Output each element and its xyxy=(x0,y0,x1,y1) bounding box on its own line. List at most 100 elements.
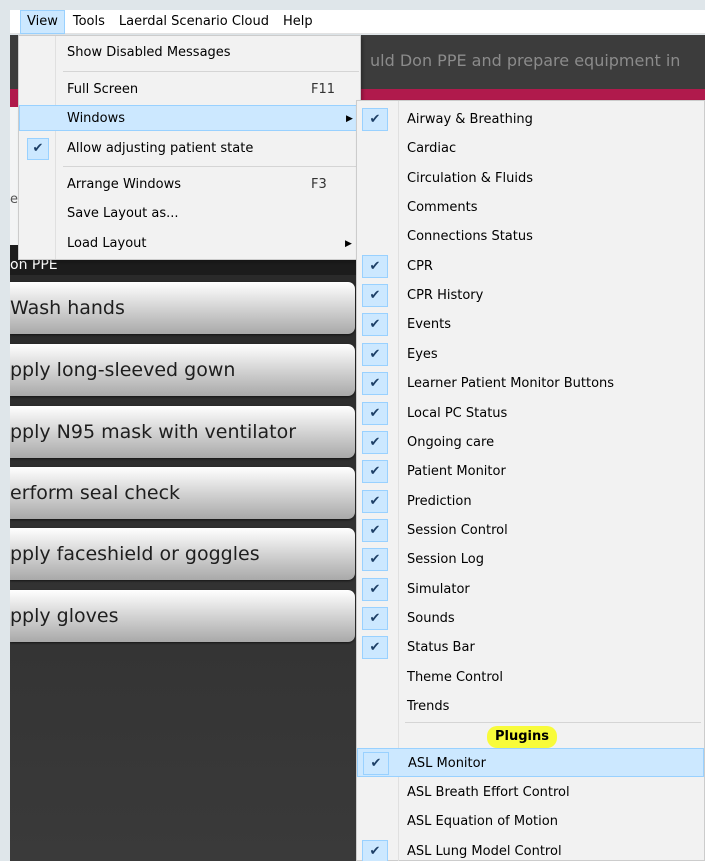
check-icon: ✔ xyxy=(362,372,388,396)
window-item-label: Status Bar xyxy=(407,640,475,656)
window-item-label: Trends xyxy=(407,699,450,714)
menu-view[interactable]: View xyxy=(20,9,65,34)
window-item-label: Airway & Breathing xyxy=(407,112,533,127)
menu-separator xyxy=(405,722,701,723)
window-item-cardiac[interactable]: Cardiac xyxy=(357,134,704,163)
window-item-circulation-and-fluids[interactable]: Circulation & Fluids xyxy=(357,164,704,193)
content-fragment: e xyxy=(10,192,18,207)
window-item-eyes[interactable]: ✔ Eyes xyxy=(357,340,704,369)
step-button-wash-hands[interactable]: Wash hands xyxy=(10,282,355,334)
menu-item-label: Arrange Windows xyxy=(67,177,181,192)
window-item-session-log[interactable]: ✔ Session Log xyxy=(357,545,704,574)
window-item-simulator[interactable]: ✔ Simulator xyxy=(357,575,704,604)
menu-item-load-layout[interactable]: Load Layout ▶ xyxy=(19,231,360,257)
window-item-label: Sounds xyxy=(407,610,455,626)
check-icon: ✔ xyxy=(362,108,388,131)
window-item-airway-and-breathing[interactable]: ✔ Airway & Breathing xyxy=(357,105,704,134)
window-item-label: Session Log xyxy=(407,552,484,568)
window-top-strip xyxy=(0,0,705,10)
check-icon: ✔ xyxy=(362,839,388,861)
menu-item-shortcut: F11 xyxy=(311,82,336,97)
plugin-item-asl-monitor[interactable]: ✔ ASL Monitor xyxy=(357,748,704,777)
window-item-sounds[interactable]: ✔ Sounds xyxy=(357,604,704,633)
menu-item-label: Windows xyxy=(67,111,126,126)
plugin-item-asl-equation-of-motion[interactable]: ASL Equation of Motion xyxy=(357,807,704,836)
menu-separator xyxy=(63,71,359,72)
window-item-comments[interactable]: Comments xyxy=(357,193,704,222)
plugin-item-asl-lung-model-control[interactable]: ✔ ASL Lung Model Control xyxy=(357,837,704,861)
window-item-ongoing-care[interactable]: ✔ Ongoing care xyxy=(357,428,704,457)
window-item-label: Patient Monitor xyxy=(407,464,506,480)
check-icon: ✔ xyxy=(362,460,388,484)
banner-text: uld Don PPE and prepare equipment in xyxy=(370,51,681,70)
menu-item-full-screen[interactable]: Full Screen F11 xyxy=(19,77,360,103)
plugin-item-label: ASL Lung Model Control xyxy=(407,843,562,859)
window-item-label: Connections Status xyxy=(407,229,533,245)
window-item-status-bar[interactable]: ✔ Status Bar xyxy=(357,633,704,662)
window-item-learner-patient-monitor-buttons[interactable]: ✔ Learner Patient Monitor Buttons xyxy=(357,369,704,398)
menu-tools[interactable]: Tools xyxy=(67,10,111,34)
menu-item-arrange-windows[interactable]: Arrange Windows F3 xyxy=(19,172,360,198)
window-item-trends[interactable]: Trends xyxy=(357,692,704,721)
window-item-label: CPR History xyxy=(407,288,484,304)
window-item-cpr-history[interactable]: ✔ CPR History xyxy=(357,281,704,310)
window-item-label: Learner Patient Monitor Buttons xyxy=(407,376,615,392)
window-item-prediction[interactable]: ✔ Prediction xyxy=(357,487,704,516)
plugin-item-label: ASL Breath Effort Control xyxy=(407,784,570,800)
window-item-label: Circulation & Fluids xyxy=(407,170,533,186)
check-icon: ✔ xyxy=(362,606,388,630)
window-item-label: Theme Control xyxy=(407,669,503,685)
window-item-local-pc-status[interactable]: ✔ Local PC Status xyxy=(357,399,704,428)
check-icon: ✔ xyxy=(362,313,388,337)
plugin-item-asl-breath-effort-control[interactable]: ASL Breath Effort Control xyxy=(357,778,704,807)
menu-laerdal-scenario-cloud[interactable]: Laerdal Scenario Cloud xyxy=(113,10,275,34)
check-icon: ✔ xyxy=(363,752,389,775)
menu-bar: View Tools Laerdal Scenario Cloud Help xyxy=(10,9,705,34)
menu-item-label: Full Screen xyxy=(67,82,139,97)
window-item-connections-status[interactable]: Connections Status xyxy=(357,222,704,251)
check-icon: ✔ xyxy=(362,489,388,513)
check-icon: ✔ xyxy=(362,254,388,278)
menu-help[interactable]: Help xyxy=(277,10,319,34)
window-item-label: CPR xyxy=(407,258,433,274)
menu-item-label: Show Disabled Messages xyxy=(67,45,231,60)
check-icon: ✔ xyxy=(362,518,388,542)
window-item-session-control[interactable]: ✔ Session Control xyxy=(357,516,704,545)
menu-item-show-disabled-messages[interactable]: Show Disabled Messages xyxy=(19,40,360,66)
window-item-label: Eyes xyxy=(407,346,438,362)
step-button-faceshield[interactable]: pply faceshield or goggles xyxy=(10,528,355,580)
menu-item-windows[interactable]: Windows ▶ xyxy=(19,105,360,131)
window-item-theme-control[interactable]: Theme Control xyxy=(357,663,704,692)
window-item-label: Comments xyxy=(407,200,478,216)
step-button-n95-mask[interactable]: pply N95 mask with ventilator xyxy=(10,406,355,458)
window-item-patient-monitor[interactable]: ✔ Patient Monitor xyxy=(357,457,704,486)
menu-item-shortcut: F3 xyxy=(311,177,327,192)
window-item-label: Events xyxy=(407,317,452,333)
window-item-label: Session Control xyxy=(407,522,508,538)
step-button-gown[interactable]: pply long-sleeved gown xyxy=(10,344,355,396)
windows-submenu: ✔ Airway & Breathing Cardiac Circulation & … xyxy=(356,100,705,861)
check-icon: ✔ xyxy=(362,577,388,601)
menu-item-save-layout-as[interactable]: Save Layout as... xyxy=(19,201,360,227)
check-icon: ✔ xyxy=(362,401,388,425)
window-item-events[interactable]: ✔ Events xyxy=(357,310,704,339)
menu-item-allow-adjusting-patient-state[interactable]: ✔ Allow adjusting patient state xyxy=(19,136,360,162)
plugins-header: Plugins xyxy=(487,726,557,748)
window-item-label: Ongoing care xyxy=(407,434,495,450)
window-item-label: Prediction xyxy=(407,493,472,509)
window-item-label: Simulator xyxy=(407,581,470,597)
check-icon: ✔ xyxy=(362,636,388,660)
window-item-cpr[interactable]: ✔ CPR xyxy=(357,252,704,281)
plugin-item-label: ASL Monitor xyxy=(408,756,486,771)
menu-item-label: Save Layout as... xyxy=(67,206,179,221)
menu-separator xyxy=(63,166,359,167)
menu-item-label: Allow adjusting patient state xyxy=(67,141,254,156)
window-item-label: Cardiac xyxy=(407,141,457,157)
step-button-seal-check[interactable]: erform seal check xyxy=(10,467,355,519)
step-button-gloves[interactable]: pply gloves xyxy=(10,590,355,642)
check-icon: ✔ xyxy=(362,430,388,454)
view-menu-dropdown: Show Disabled Messages Full Screen F11 W… xyxy=(18,35,361,260)
check-icon: ✔ xyxy=(27,138,49,160)
menu-item-label: Load Layout xyxy=(67,236,147,251)
plugin-item-label: ASL Equation of Motion xyxy=(407,814,558,829)
